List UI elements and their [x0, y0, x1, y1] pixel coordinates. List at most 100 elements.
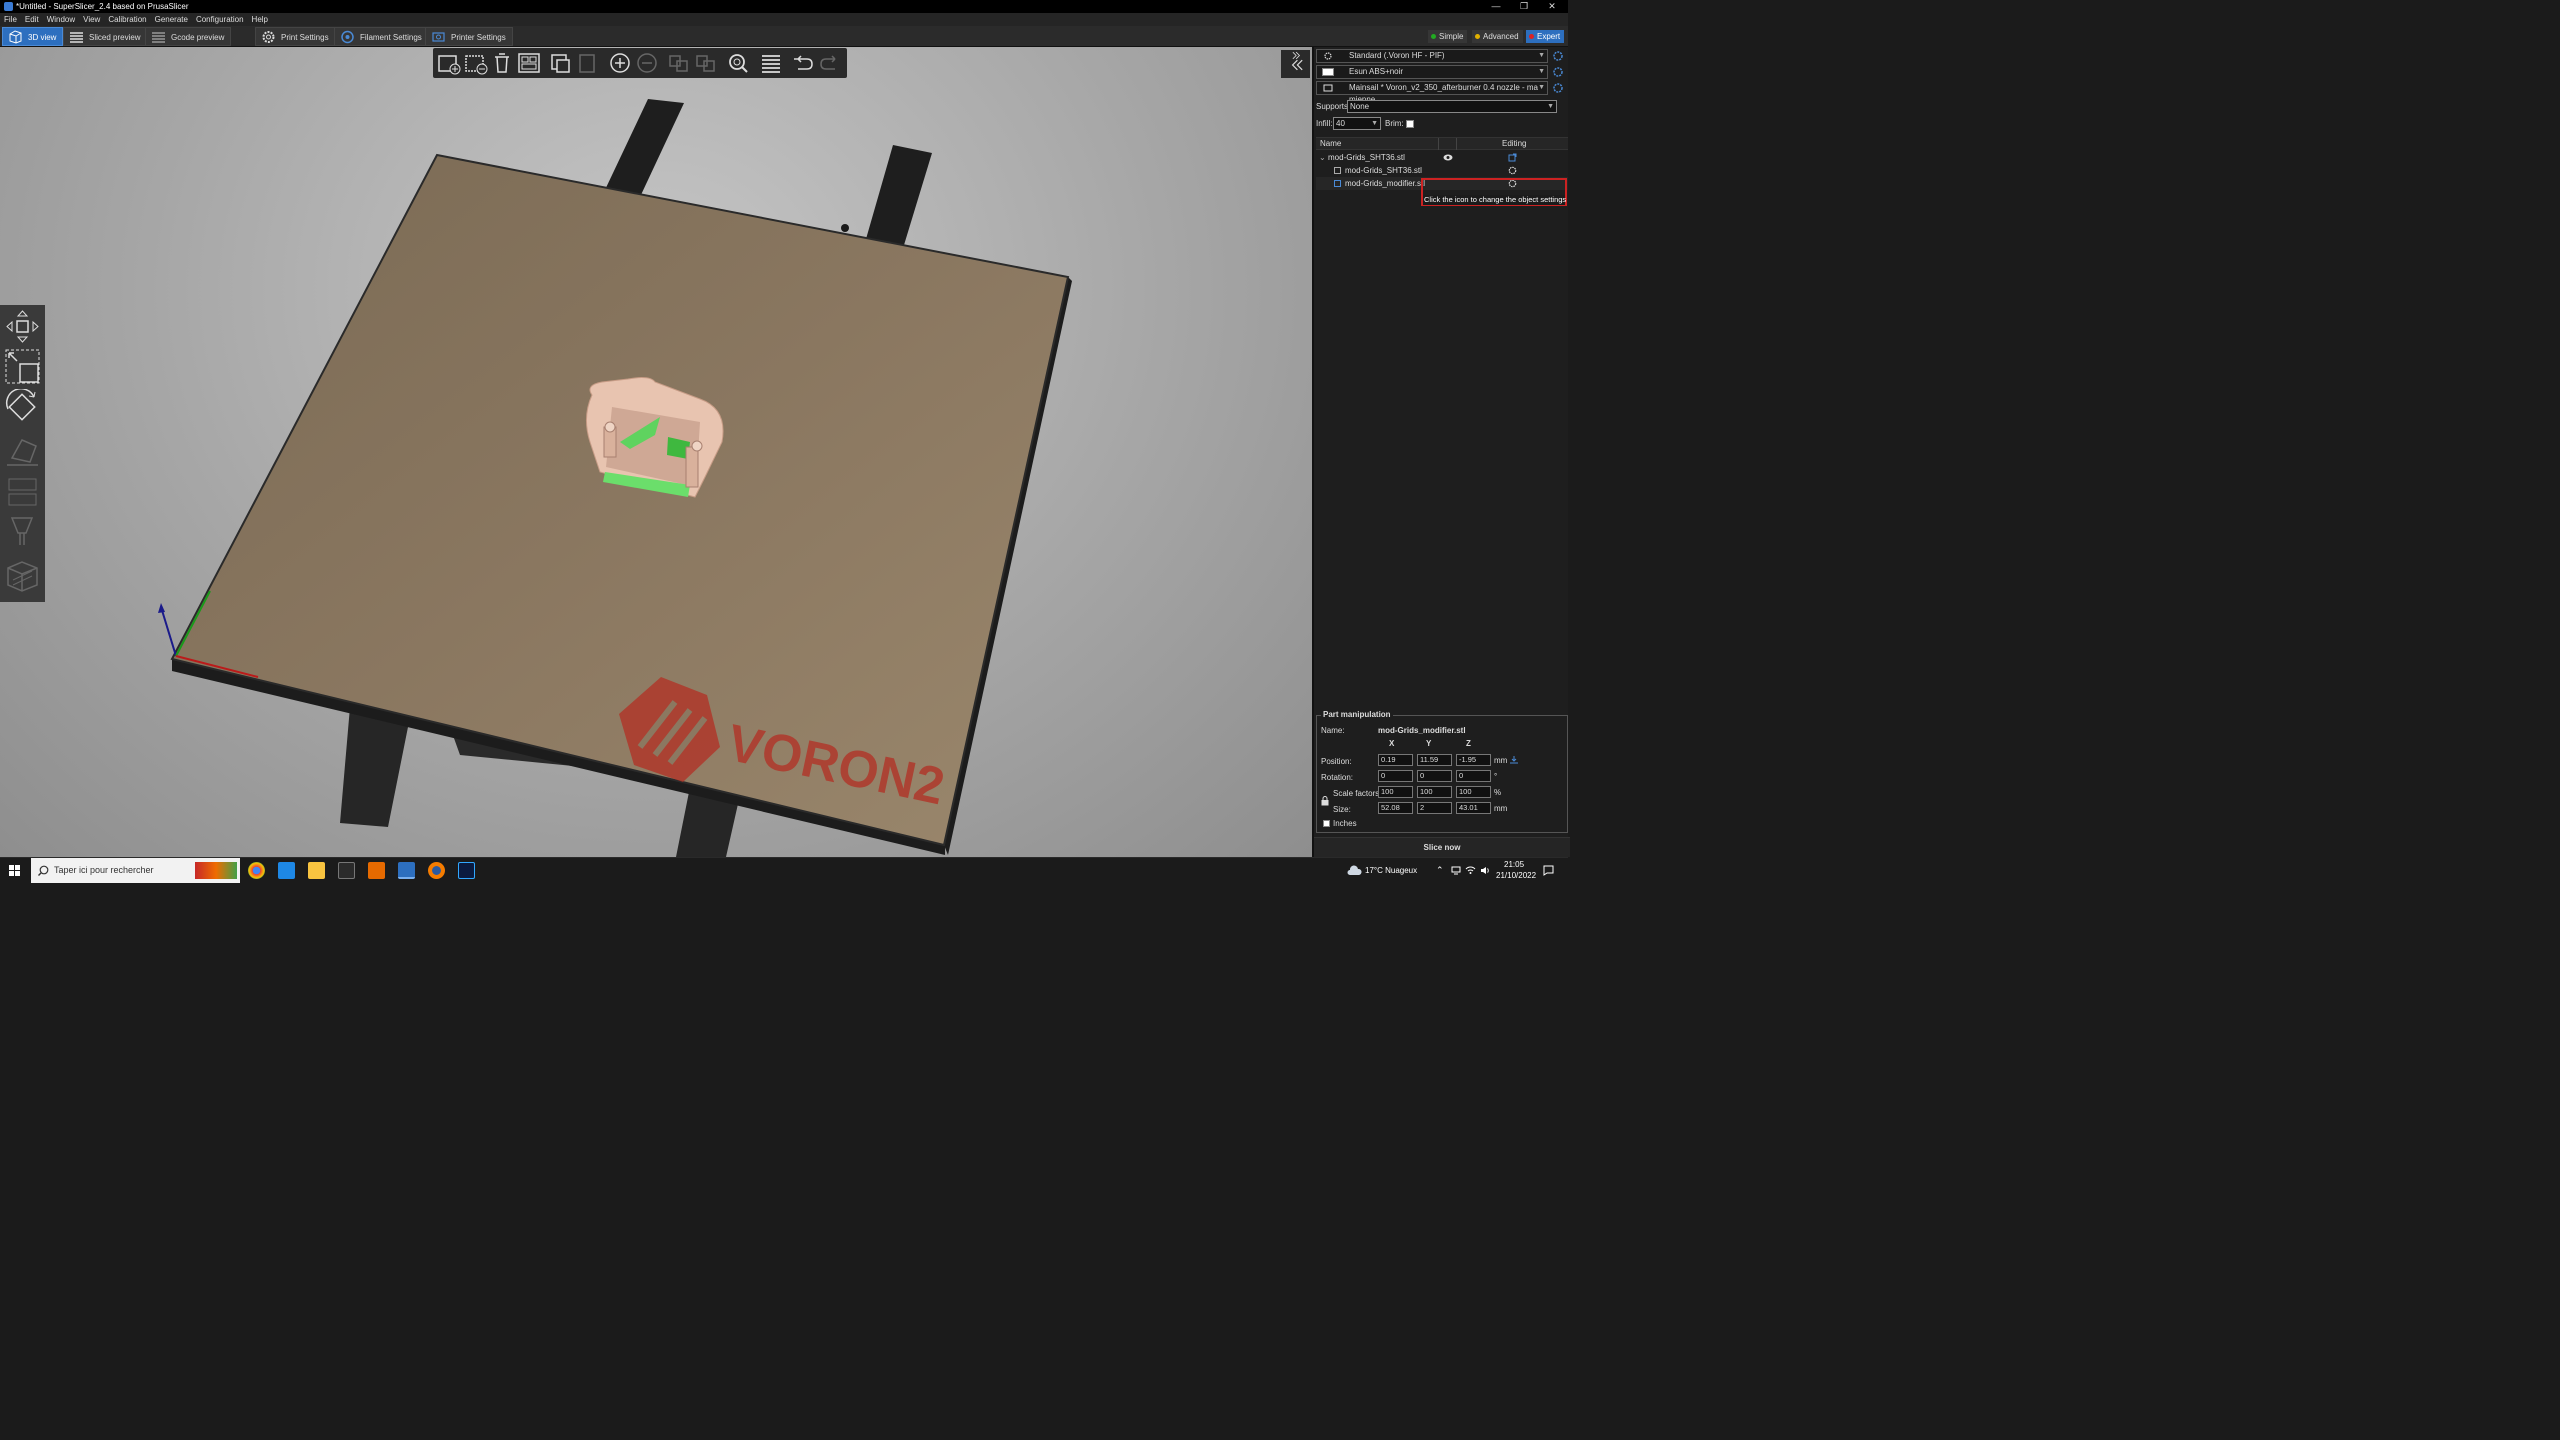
scale-icon[interactable]	[4, 348, 41, 385]
settings-gear-icon[interactable]	[1552, 50, 1564, 62]
size-x-input[interactable]: 52.08	[1378, 802, 1413, 814]
add-icon[interactable]	[436, 51, 462, 75]
copy-icon[interactable]	[548, 51, 574, 75]
print-preset-select[interactable]: Standard (.Voron HF - PIF) ▼	[1316, 49, 1548, 63]
minimize-icon[interactable]: —	[1484, 0, 1508, 13]
mail-icon[interactable]	[278, 862, 295, 879]
bed-surface	[170, 153, 1070, 847]
menu-window[interactable]: Window	[43, 13, 79, 26]
search-icon[interactable]	[725, 51, 751, 75]
column-divider	[1438, 138, 1439, 150]
paste-icon[interactable]	[575, 51, 601, 75]
tab-printer-settings[interactable]: Printer Settings	[425, 27, 513, 46]
layers-icon[interactable]	[758, 51, 784, 75]
size-unit: mm	[1494, 804, 1508, 813]
rail-left	[604, 99, 684, 197]
eye-icon[interactable]	[1443, 154, 1453, 161]
name-column-header[interactable]: Name	[1320, 138, 1341, 150]
add-instance-icon[interactable]	[607, 51, 633, 75]
menu-calibration[interactable]: Calibration	[104, 13, 150, 26]
menu-edit[interactable]: Edit	[21, 13, 43, 26]
settings-gear-icon[interactable]	[1508, 166, 1517, 175]
tab-filament-settings[interactable]: Filament Settings	[334, 27, 429, 46]
chevron-down-icon[interactable]: ⌄	[1319, 151, 1326, 164]
z-axis	[160, 606, 177, 657]
remove-instance-icon[interactable]	[634, 51, 660, 75]
lock-icon[interactable]	[1321, 796, 1329, 806]
blender-icon[interactable]	[428, 862, 445, 879]
tab-print-settings[interactable]: Print Settings	[255, 27, 336, 46]
superslicer-taskbar-icon[interactable]	[398, 862, 415, 879]
file-explorer-icon[interactable]	[308, 862, 325, 879]
arrange-icon[interactable]	[516, 51, 542, 75]
delete-icon[interactable]	[463, 51, 489, 75]
drop-to-bed-icon[interactable]	[1510, 756, 1518, 764]
wifi-icon[interactable]	[1465, 866, 1476, 875]
restore-icon[interactable]: ❐	[1512, 0, 1536, 13]
supports-select[interactable]: None ▼	[1347, 100, 1557, 113]
mode-expert[interactable]: Expert	[1526, 30, 1565, 43]
rotate-icon[interactable]	[4, 387, 41, 426]
settings-gear-icon[interactable]	[1552, 82, 1564, 94]
network-icon[interactable]	[1451, 866, 1461, 875]
tab-gcode-preview[interactable]: Gcode preview	[145, 27, 232, 46]
clock-date[interactable]: 21/10/2022	[1496, 863, 1536, 888]
cut-icon[interactable]	[4, 473, 41, 510]
collapse-sidebar-button[interactable]	[1281, 50, 1310, 78]
object-row[interactable]: mod-Grids_SHT36.stl	[1316, 164, 1568, 177]
split-objects-icon[interactable]	[666, 51, 692, 75]
fusion-icon[interactable]	[368, 862, 385, 879]
seam-icon[interactable]	[4, 558, 41, 595]
scale-y-input[interactable]: 100	[1417, 786, 1452, 798]
scale-z-input[interactable]: 100	[1456, 786, 1491, 798]
tab-sliced-preview[interactable]: Sliced preview	[63, 27, 148, 46]
tab-label: Filament Settings	[360, 33, 422, 42]
tab-3d-view[interactable]: 3D view	[2, 27, 64, 46]
size-y-input[interactable]: 2	[1417, 802, 1452, 814]
editing-column-header[interactable]: Editing	[1502, 138, 1526, 150]
3d-viewport[interactable]: VORON2	[0, 47, 1312, 857]
taskbar-search-input[interactable]: Taper ici pour rechercher	[31, 858, 240, 883]
menu-generate[interactable]: Generate	[151, 13, 192, 26]
size-z-input[interactable]: 43.01	[1456, 802, 1491, 814]
brim-checkbox[interactable]	[1406, 120, 1414, 128]
mode-simple[interactable]: Simple	[1428, 30, 1468, 43]
windows-start-icon[interactable]	[9, 865, 20, 876]
menu-view[interactable]: View	[79, 13, 104, 26]
object-row[interactable]: ⌄ mod-Grids_SHT36.stl	[1316, 151, 1568, 164]
edit-object-icon[interactable]	[1508, 153, 1517, 162]
rotation-z-input[interactable]: 0	[1456, 770, 1491, 782]
notification-icon[interactable]	[1543, 865, 1554, 876]
infill-select[interactable]: 40 ▼	[1333, 117, 1381, 130]
menu-help[interactable]: Help	[248, 13, 272, 26]
chevron-up-icon[interactable]: ⌃	[1436, 858, 1444, 883]
printer-preset-select[interactable]: Mainsail * Voron_v2_350_afterburner 0.4 …	[1316, 81, 1548, 104]
split-parts-icon[interactable]	[693, 51, 719, 75]
settings-gear-icon[interactable]	[1552, 66, 1564, 78]
tab-label: Print Settings	[281, 33, 329, 42]
position-y-input[interactable]: 11.59	[1417, 754, 1452, 766]
weather-text[interactable]: 17°C Nuageux	[1365, 858, 1417, 883]
menu-configuration[interactable]: Configuration	[192, 13, 248, 26]
rotation-x-input[interactable]: 0	[1378, 770, 1413, 782]
move-icon[interactable]	[4, 308, 41, 345]
photoshop-icon[interactable]	[458, 862, 475, 879]
delete-all-icon[interactable]	[489, 51, 515, 75]
undo-icon[interactable]	[790, 51, 816, 75]
chrome-icon[interactable]	[248, 862, 265, 879]
filament-preset-select[interactable]: Esun ABS+noir ▼	[1316, 65, 1548, 79]
menu-file[interactable]: File	[0, 13, 21, 26]
app-icon[interactable]	[338, 862, 355, 879]
position-x-input[interactable]: 0.19	[1378, 754, 1413, 766]
scale-x-input[interactable]: 100	[1378, 786, 1413, 798]
slice-now-button[interactable]: Slice now	[1314, 837, 1570, 857]
rotation-y-input[interactable]: 0	[1417, 770, 1452, 782]
position-z-input[interactable]: -1.95	[1456, 754, 1491, 766]
close-icon[interactable]: ✕	[1540, 0, 1564, 13]
paint-supports-icon[interactable]	[4, 513, 41, 550]
mode-advanced[interactable]: Advanced	[1472, 30, 1523, 43]
place-on-face-icon[interactable]	[4, 432, 41, 469]
inches-checkbox[interactable]	[1323, 820, 1330, 827]
volume-icon[interactable]	[1480, 866, 1490, 875]
redo-icon[interactable]	[817, 51, 843, 75]
